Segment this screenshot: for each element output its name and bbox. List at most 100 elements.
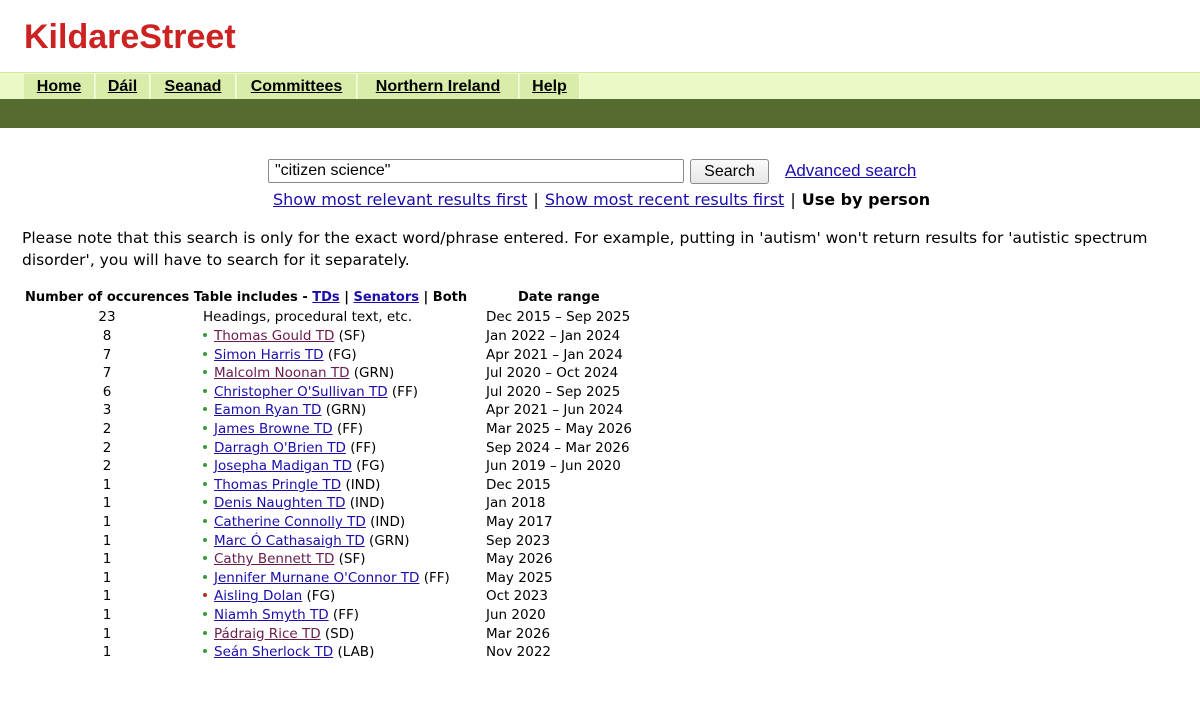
row-count: 2 [102, 421, 112, 437]
advanced-search-link[interactable]: Advanced search [785, 161, 916, 181]
table-row: 1 Seán Sherlock TD (LAB) Nov 2022 [0, 644, 700, 662]
party-label: (FF) [391, 383, 418, 400]
party-label: (FF) [336, 421, 364, 437]
person-link[interactable]: Pádraig Rice TD [214, 626, 321, 642]
row-person: Pádraig Rice TD (SD) [203, 626, 354, 642]
row-range: Nov 2022 [486, 644, 551, 661]
search-button[interactable]: Search [690, 159, 769, 184]
row-range: Dec 2015 [486, 476, 551, 493]
bullet-icon [203, 463, 207, 468]
person-link[interactable]: Malcolm Noonan TD [214, 365, 349, 381]
person-link[interactable]: Thomas Gould TD [214, 328, 334, 344]
person-link[interactable]: Josepha Madigan TD [214, 458, 352, 474]
bullet-icon [203, 630, 207, 635]
person-link[interactable]: Cathy Bennett TD [214, 551, 334, 567]
table-row: 2 Darragh O'Brien TD (FF) Sep 2024 – Mar 2… [0, 440, 700, 458]
person-link[interactable]: Denis Naughten TD [214, 495, 345, 511]
person-link[interactable]: Thomas Pringle TD [214, 477, 341, 493]
bullet-icon [203, 407, 207, 412]
row-range: May 2026 [486, 551, 553, 568]
site-logo[interactable]: KildareStreet [24, 18, 236, 57]
row-person: Josepha Madigan TD (FG) [203, 458, 385, 474]
row-count: 1 [102, 607, 112, 623]
sort-separator: | [790, 190, 796, 209]
party-label: (SF) [338, 551, 366, 568]
nav-home[interactable]: Home [24, 74, 95, 100]
row-range: Dec 2015 – Sep 2025 [486, 309, 631, 325]
row-count: 8 [102, 328, 112, 344]
person-link[interactable]: Seán Sherlock TD [214, 644, 333, 660]
sort-relevant-link[interactable]: Show most relevant results first [273, 190, 527, 209]
person-link[interactable]: James Browne TD [214, 421, 333, 437]
party-label: (FG) [306, 588, 336, 605]
filter-separator: | [344, 290, 349, 305]
sort-recent-link[interactable]: Show most recent results first [545, 190, 785, 209]
person-link[interactable]: Aisling Dolan [214, 588, 302, 604]
table-row: 8 Thomas Gould TD (SF) Jan 2022 – Jan 2024 [0, 328, 700, 346]
row-person: Aisling Dolan (FG) [203, 588, 335, 604]
party-label: (IND) [370, 514, 406, 530]
row-count: 1 [102, 476, 112, 493]
party-label: (FG) [356, 458, 385, 475]
row-count: 7 [102, 346, 112, 363]
table-row: 2 Josepha Madigan TD (FG) Jun 2019 – Jun 2… [0, 458, 700, 476]
bullet-icon [203, 481, 207, 486]
filter-separator: | [423, 290, 429, 305]
nav-help[interactable]: Help [520, 74, 580, 100]
row-range: Apr 2021 – Jun 2024 [486, 402, 624, 419]
row-person: Jennifer Murnane O'Connor TD (FF) [203, 570, 450, 586]
person-link[interactable]: Simon Harris TD [214, 347, 324, 363]
table-row: 7 Simon Harris TD (FG) Apr 2021 – Jan 2024 [0, 347, 700, 365]
table-row: 1 Marc Ó Cathasaigh TD (GRN) Sep 2023 [0, 533, 700, 551]
filter-both-current: Both [432, 290, 468, 305]
row-range: Jul 2020 – Sep 2025 [486, 383, 621, 400]
row-range: Jun 2019 – Jun 2020 [486, 458, 621, 475]
row-person: Thomas Gould TD (SF) [203, 328, 366, 344]
person-link[interactable]: Darragh O'Brien TD [214, 440, 346, 456]
table-row: 2 James Browne TD (FF) Mar 2025 – May 2026 [0, 421, 700, 439]
party-label: (SD) [324, 625, 355, 642]
nav-seanad[interactable]: Seanad [151, 74, 236, 100]
row-count: 1 [102, 551, 112, 568]
main-nav: Home Dáil Seanad Committees Northern Ire… [0, 72, 1200, 100]
row-range: Mar 2025 – May 2026 [486, 421, 633, 437]
table-row: 1 Catherine Connolly TD (IND) May 2017 [0, 514, 700, 532]
party-label: (GRN) [325, 402, 367, 419]
person-link[interactable]: Christopher O'Sullivan TD [214, 384, 388, 400]
bullet-icon [203, 593, 207, 598]
row-count: 1 [102, 644, 112, 661]
search-input[interactable]: "citizen science" [268, 159, 684, 183]
row-count: 1 [102, 495, 112, 512]
row-person: Marc Ó Cathasaigh TD (GRN) [203, 533, 410, 549]
col-header-count: Number of occurences [25, 290, 190, 305]
filter-tds-link[interactable]: TDs [312, 290, 339, 305]
bullet-icon [203, 388, 207, 393]
bullet-icon [203, 537, 207, 542]
table-row: 1 Thomas Pringle TD (IND) Dec 2015 [0, 477, 700, 495]
person-link[interactable]: Eamon Ryan TD [214, 402, 321, 418]
table-header: Number of occurences Table includes - TD… [25, 290, 467, 305]
table-row: 1 Jennifer Murnane O'Connor TD (FF) May 20… [0, 570, 700, 588]
person-link[interactable]: Catherine Connolly TD [214, 514, 366, 530]
row-person: Seán Sherlock TD (LAB) [203, 644, 374, 660]
nav-northern-ireland[interactable]: Northern Ireland [358, 74, 519, 100]
row-count: 2 [102, 439, 112, 456]
filter-senators-link[interactable]: Senators [353, 290, 419, 305]
row-range: Sep 2023 [486, 532, 551, 549]
bullet-icon [203, 444, 207, 449]
party-label: (FF) [423, 569, 450, 586]
table-row: 1 Cathy Bennett TD (SF) May 2026 [0, 551, 700, 569]
person-link[interactable]: Niamh Smyth TD [214, 607, 329, 623]
bullet-icon [203, 426, 207, 430]
sort-separator: | [533, 190, 539, 209]
row-count: 1 [102, 569, 112, 586]
nav-dail[interactable]: Dáil [96, 74, 150, 100]
person-link[interactable]: Jennifer Murnane O'Connor TD [214, 570, 419, 586]
nav-committees[interactable]: Committees [237, 74, 357, 100]
row-person: James Browne TD (FF) [203, 421, 363, 437]
row-range: Jan 2022 – Jan 2024 [486, 328, 621, 344]
person-link[interactable]: Marc Ó Cathasaigh TD [214, 533, 365, 549]
bullet-icon [203, 351, 207, 356]
row-range: Jul 2020 – Oct 2024 [486, 365, 619, 382]
row-count: 3 [102, 402, 112, 419]
